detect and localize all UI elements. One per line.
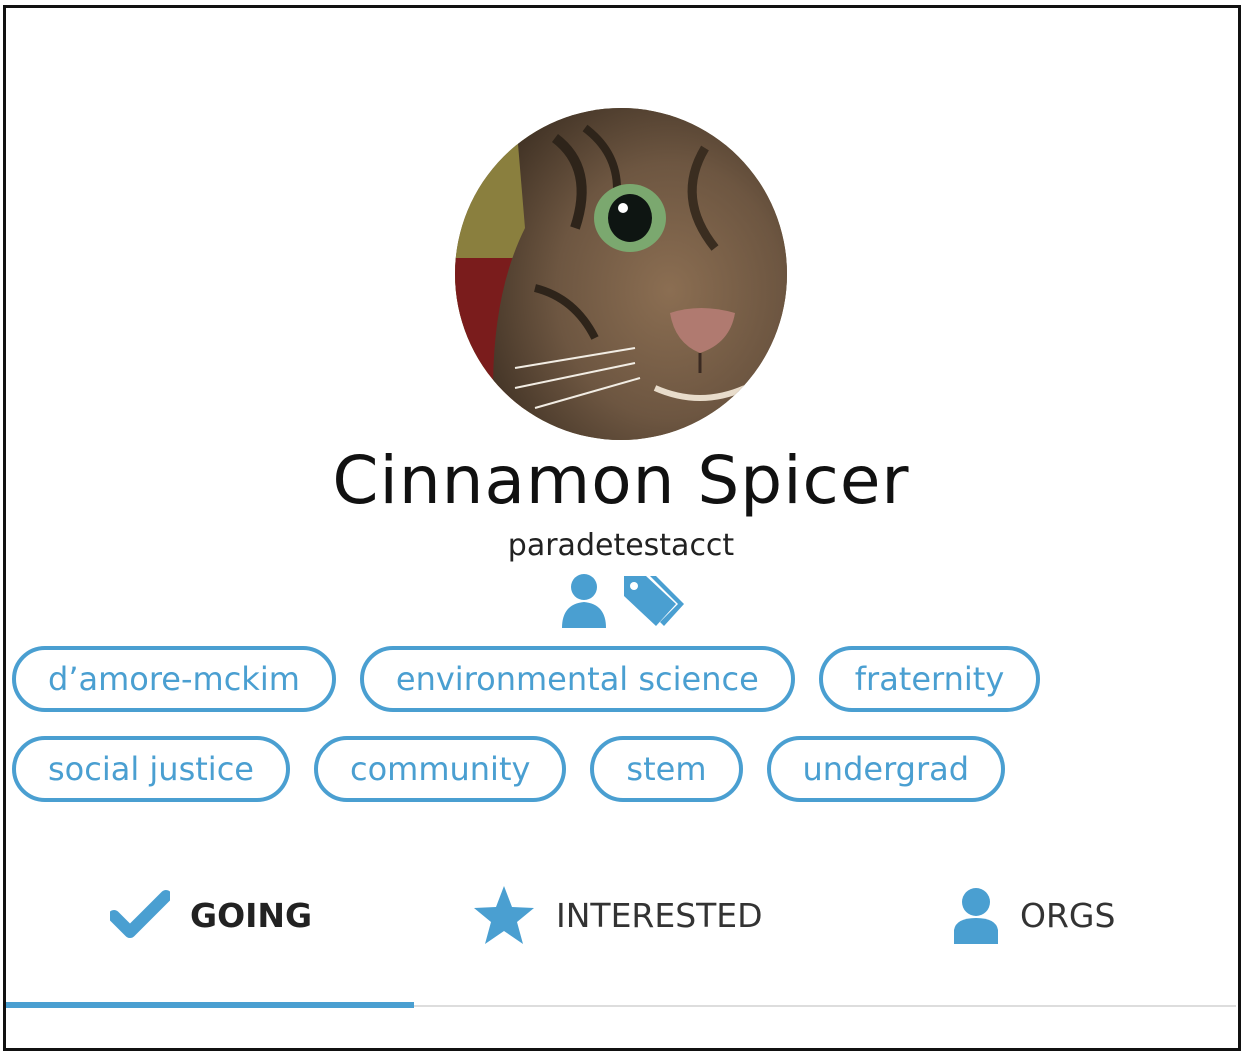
tag-environmental-science[interactable]: environmental science: [359, 646, 795, 712]
user-icon[interactable]: [562, 574, 606, 628]
profile-icons: [560, 570, 684, 632]
tab-interested-label: INTERESTED: [556, 895, 763, 935]
tab-orgs[interactable]: ORGS: [952, 860, 1115, 970]
tag-damore-mckim[interactable]: d’amore-mckim: [12, 646, 336, 712]
tag-undergrad[interactable]: undergrad: [766, 736, 1006, 802]
tag-community[interactable]: community: [313, 736, 567, 802]
profile-username: paradetestacct: [507, 528, 735, 563]
tab-orgs-label: ORGS: [1020, 895, 1116, 935]
cat-avatar-image: [455, 108, 787, 440]
tags-icon[interactable]: [624, 576, 684, 626]
profile-name: Cinnamon Spicer: [332, 442, 910, 519]
tab-interested[interactable]: INTERESTED: [472, 860, 763, 970]
interest-tags: d’amore-mckim environmental science frat…: [12, 646, 1232, 826]
star-icon: [474, 886, 534, 944]
tag-social-justice[interactable]: social justice: [12, 736, 290, 802]
user-icon: [954, 888, 998, 944]
tag-row: d’amore-mckim environmental science frat…: [12, 646, 1232, 712]
tag-fraternity[interactable]: fraternity: [818, 646, 1041, 712]
tag-row: social justice community stem undergrad: [12, 736, 1232, 802]
tab-going-label: GOING: [190, 895, 313, 935]
checkmark-icon: [110, 890, 170, 938]
avatar[interactable]: [455, 108, 787, 440]
profile-tabs: GOING INTERESTED ORGS: [0, 860, 1236, 970]
tab-going[interactable]: GOING: [110, 860, 312, 970]
tag-stem[interactable]: stem: [590, 736, 743, 802]
tab-active-indicator: [6, 1002, 414, 1008]
